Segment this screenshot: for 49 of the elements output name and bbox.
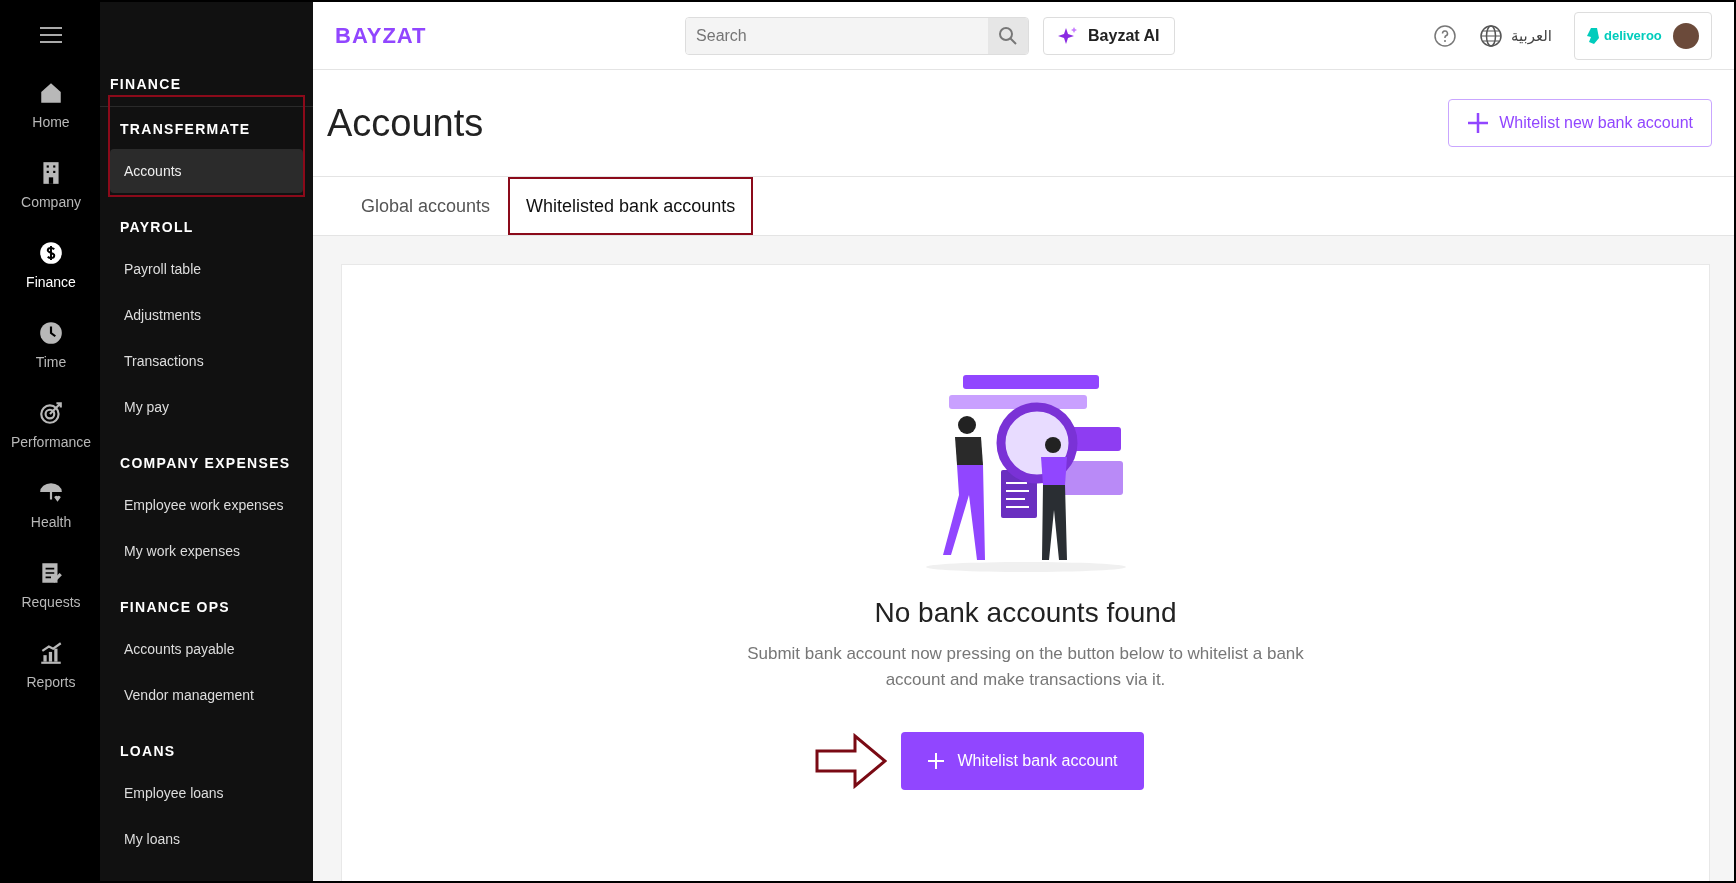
sparkle-icon	[1058, 25, 1079, 46]
company-logo: deliveroo	[1587, 27, 1662, 44]
tab[interactable]: Global accounts	[343, 177, 509, 235]
group-heading: FINANCE OPS	[119, 598, 231, 617]
plus-icon	[927, 751, 946, 770]
avatar	[1673, 22, 1699, 49]
subnav-item[interactable]: Accounts payable	[110, 627, 303, 671]
rail-nav-item[interactable]: Health	[2, 480, 100, 530]
clock-icon	[38, 320, 64, 346]
group-heading: COMPANY EXPENSES	[119, 454, 292, 473]
empty-state-description: Submit bank account now pressing on the button below to whitelist a bank account and make transactions via it.	[746, 643, 1305, 692]
group-heading: TRANSFERMATE	[119, 120, 252, 139]
globe-icon[interactable]	[1479, 23, 1503, 48]
subnav-item[interactable]: Vendor management	[110, 673, 303, 717]
empty-state-title: No bank accounts found	[874, 597, 1177, 629]
tab[interactable]: Whitelisted bank accounts	[508, 177, 754, 235]
ai-button[interactable]: Bayzat AI	[1043, 16, 1175, 55]
subnav-item[interactable]: Adjustments	[110, 293, 303, 337]
subnav-item[interactable]: My pay	[110, 385, 303, 429]
help-icon[interactable]	[1433, 23, 1457, 48]
rail-nav-item[interactable]: Finance	[2, 240, 100, 290]
plus-icon	[1467, 112, 1490, 134]
subnav-item[interactable]: Payroll table	[110, 247, 303, 291]
rail-nav-item[interactable]: Home	[2, 80, 100, 130]
logo: BAYZAT	[335, 22, 427, 49]
target-icon	[38, 400, 64, 426]
whitelist-new-button[interactable]: Whitelist new bank account	[1448, 99, 1712, 147]
dollar-icon	[38, 240, 64, 266]
rail-nav-item[interactable]: Time	[2, 320, 100, 370]
search-field[interactable]: Search	[685, 16, 1030, 55]
menu-icon[interactable]	[40, 26, 62, 44]
chart-icon	[38, 640, 64, 666]
group-heading: PAYROLL	[119, 218, 195, 237]
language-link[interactable]: العربية	[1511, 26, 1552, 45]
subnav-item[interactable]: Transactions	[110, 339, 303, 383]
rail-nav-item[interactable]: Reports	[2, 640, 100, 690]
subnav-item[interactable]: Employee work expenses	[110, 483, 303, 527]
subnav-item[interactable]: Employee loans	[110, 771, 303, 815]
rail-nav-item[interactable]: Company	[2, 160, 100, 210]
subnav-item[interactable]: My loans	[110, 817, 303, 861]
page-title: Accounts	[327, 101, 484, 145]
whitelist-button[interactable]: Whitelist bank account	[901, 731, 1144, 790]
search-icon[interactable]	[998, 25, 1019, 46]
section-title: FINANCE	[100, 2, 313, 107]
group-heading: LOANS	[119, 742, 177, 761]
subnav-item[interactable]: My work expenses	[110, 529, 303, 573]
rail-nav-item[interactable]: Performance	[2, 400, 100, 450]
rail-nav-item[interactable]: Requests	[2, 560, 100, 610]
subnav-item[interactable]: Accounts	[110, 149, 303, 193]
